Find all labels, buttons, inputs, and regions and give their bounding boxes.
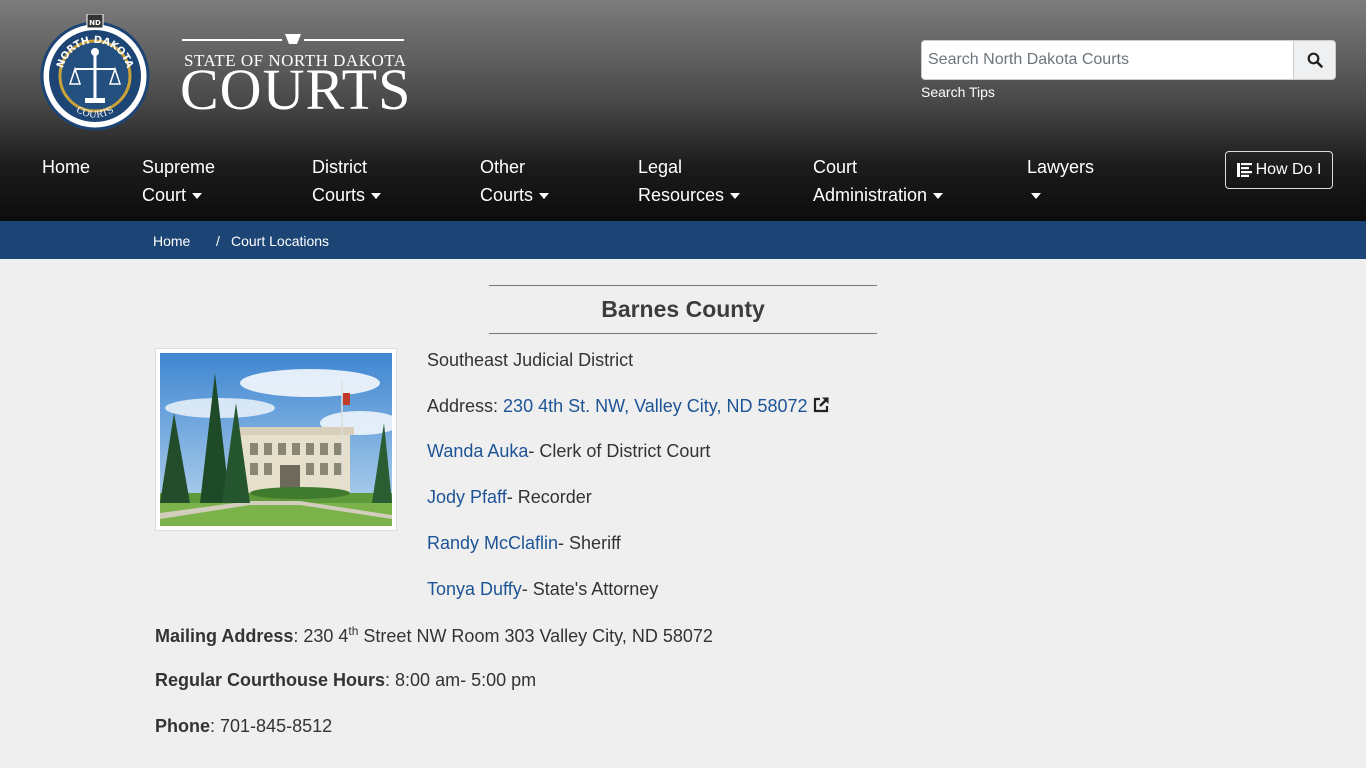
search-button[interactable] bbox=[1293, 41, 1335, 79]
nav-label: Court bbox=[813, 157, 858, 177]
brand-ornament-icon bbox=[182, 34, 404, 44]
mailing-address-part: : 230 4 bbox=[293, 626, 349, 646]
list-icon bbox=[1236, 163, 1252, 177]
breadcrumb-separator: / bbox=[216, 233, 220, 249]
brand-courts-text: COURTS bbox=[180, 57, 412, 122]
nav-supreme-court[interactable]: Supreme Court bbox=[142, 153, 215, 209]
caret-down-icon bbox=[539, 193, 550, 200]
county-title-block: Barnes County bbox=[489, 285, 877, 334]
nav-other-courts[interactable]: Other Courts bbox=[480, 153, 550, 209]
phone-value: : 701-845-8512 bbox=[210, 716, 333, 736]
address-label: Address: bbox=[427, 396, 504, 416]
official-recorder: Jody Pfaff- Recorder bbox=[427, 487, 592, 508]
district-link[interactable]: Southeast Judicial District bbox=[427, 350, 633, 371]
caret-down-icon bbox=[1031, 193, 1041, 200]
nav-label: Courts bbox=[480, 185, 534, 205]
how-do-i-button[interactable]: How Do I bbox=[1225, 151, 1333, 189]
official-name-link[interactable]: Randy McClaflin bbox=[427, 533, 558, 553]
external-link-icon bbox=[813, 397, 829, 413]
nav-legal-resources[interactable]: Legal Resources bbox=[638, 153, 741, 209]
official-states-attorney: Tonya Duffy- State's Attorney bbox=[427, 579, 658, 600]
nav-label: Other bbox=[480, 157, 526, 177]
courthouse-image bbox=[160, 353, 400, 526]
phone-label: Phone bbox=[155, 716, 211, 736]
mailing-address: Mailing Address: 230 4th Street NW Room … bbox=[155, 624, 713, 647]
how-do-i-label: How Do I bbox=[1255, 161, 1322, 178]
caret-down-icon bbox=[371, 193, 382, 200]
official-role: - Clerk of District Court bbox=[528, 441, 711, 461]
phone: Phone: 701-845-8512 bbox=[155, 716, 332, 737]
caret-down-icon bbox=[933, 193, 944, 200]
address-text: 230 4th St. NW, Valley City, ND 58072 bbox=[503, 396, 808, 416]
caret-down-icon bbox=[730, 193, 741, 200]
search-icon bbox=[1307, 52, 1323, 68]
courthouse-photo bbox=[155, 348, 400, 531]
mailing-address-part: Street NW Room 303 Valley City, ND 58072 bbox=[358, 626, 713, 646]
official-role: - Sheriff bbox=[558, 533, 621, 553]
site-header: NORTH DAKOTA COURTS ND STATE OF NORTH DA… bbox=[0, 0, 1366, 221]
mailing-address-label: Mailing Address bbox=[155, 626, 294, 646]
official-name-link[interactable]: Tonya Duffy bbox=[427, 579, 522, 599]
seal-badge: ND bbox=[89, 19, 101, 27]
breadcrumb: Home / Court Locations bbox=[0, 221, 1366, 259]
mailing-address-sup: th bbox=[348, 624, 359, 638]
nav-home[interactable]: Home bbox=[42, 153, 90, 181]
nav-label: Administration bbox=[813, 185, 928, 205]
official-sheriff: Randy McClaflin- Sheriff bbox=[427, 533, 621, 554]
official-name-link[interactable]: Wanda Auka bbox=[427, 441, 528, 461]
nav-label: Legal bbox=[638, 157, 683, 177]
official-name-link[interactable]: Jody Pfaff bbox=[427, 487, 507, 507]
courthouse-hours-value: : 8:00 am- 5:00 pm bbox=[385, 670, 537, 690]
courthouse-hours-label: Regular Courthouse Hours bbox=[155, 670, 386, 690]
courthouse-hours: Regular Courthouse Hours: 8:00 am- 5:00 … bbox=[155, 670, 536, 691]
nav-label: Court bbox=[142, 185, 187, 205]
nav-lawyers[interactable]: Lawyers bbox=[1027, 153, 1094, 209]
address-line: Address: 230 4th St. NW, Valley City, ND… bbox=[427, 396, 830, 417]
search-form bbox=[921, 40, 1336, 80]
official-role: - State's Attorney bbox=[521, 579, 659, 599]
nav-label: Resources bbox=[638, 185, 725, 205]
search-tips-link[interactable]: Search Tips bbox=[921, 84, 995, 100]
site-brand[interactable]: STATE OF NORTH DAKOTA COURTS bbox=[180, 30, 410, 120]
nav-label: Lawyers bbox=[1027, 157, 1095, 177]
breadcrumb-home[interactable]: Home bbox=[153, 233, 190, 249]
breadcrumb-current: Court Locations bbox=[231, 233, 330, 249]
address-map-link[interactable]: 230 4th St. NW, Valley City, ND 58072 bbox=[503, 396, 829, 416]
page-title: Barnes County bbox=[601, 296, 765, 322]
nav-home-label: Home bbox=[42, 157, 91, 177]
official-role: - Recorder bbox=[506, 487, 592, 507]
nav-label: District bbox=[312, 157, 367, 177]
search-input[interactable] bbox=[922, 41, 1293, 79]
caret-down-icon bbox=[192, 193, 203, 200]
nav-court-administration[interactable]: Court Administration bbox=[813, 153, 944, 209]
nav-label: Courts bbox=[312, 185, 366, 205]
official-clerk: Wanda Auka- Clerk of District Court bbox=[427, 441, 710, 462]
nav-district-courts[interactable]: District Courts bbox=[312, 153, 382, 209]
nav-label: Supreme bbox=[142, 157, 216, 177]
court-seal-logo[interactable]: NORTH DAKOTA COURTS ND bbox=[40, 13, 150, 134]
